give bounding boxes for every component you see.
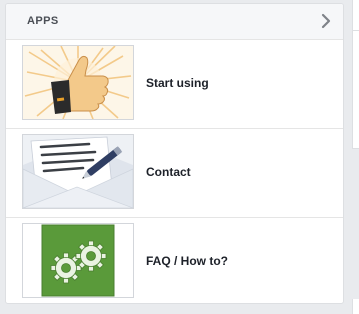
chevron-right-icon[interactable] (318, 13, 334, 29)
apps-panel: APPS Start using Contact FAQ / How to? (5, 3, 344, 304)
thumbs-up-illustration (22, 45, 134, 120)
app-label: Start using (146, 76, 209, 90)
envelope-letter-pen-illustration (22, 134, 134, 209)
app-label: Contact (146, 165, 191, 179)
gears-illustration (22, 223, 134, 298)
app-row-contact[interactable]: Contact (6, 129, 343, 218)
apps-panel-header[interactable]: APPS (6, 4, 343, 40)
panel-title: APPS (27, 15, 59, 27)
app-row-faq[interactable]: FAQ / How to? (6, 218, 343, 303)
app-row-start-using[interactable]: Start using (6, 40, 343, 129)
app-label: FAQ / How to? (146, 254, 228, 268)
adjacent-panel-edge (352, 0, 359, 314)
